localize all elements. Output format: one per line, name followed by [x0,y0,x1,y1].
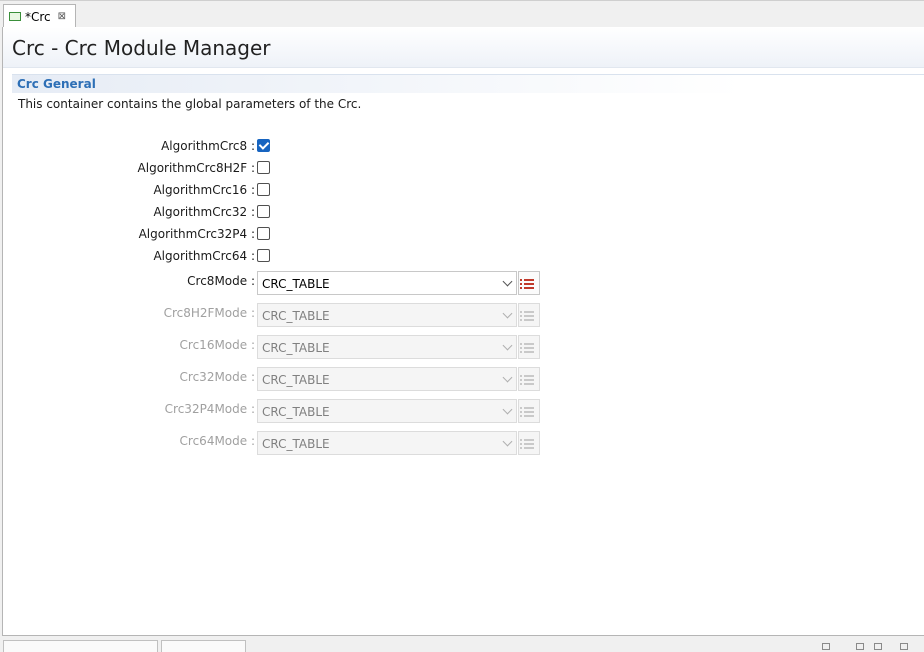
row-algorithm-crc32: AlgorithmCrc32 : [3,202,603,224]
editor-area: Crc - Crc Module Manager Crc General Thi… [2,27,924,636]
chevron-down-icon [502,276,513,287]
algorithm-crc32p4-checkbox[interactable] [257,227,270,240]
select-value: CRC_TABLE [262,309,330,323]
row-algorithm-crc64: AlgorithmCrc64 : [3,246,603,268]
row-crc32-mode: Crc32Mode : CRC_TABLE [3,367,603,391]
field-label: AlgorithmCrc8 : [161,139,255,153]
select-value: CRC_TABLE [262,405,330,419]
module-icon [9,12,21,21]
row-crc16-mode: Crc16Mode : CRC_TABLE [3,335,603,359]
tab-label: *Crc [25,9,51,24]
select-value: CRC_TABLE [262,437,330,451]
crc16-mode-select[interactable]: CRC_TABLE [257,335,517,359]
list-icon [520,375,534,377]
chevron-down-icon [502,436,513,447]
field-label: Crc8H2FMode : [163,306,255,320]
restore-icon[interactable] [900,643,908,650]
list-button[interactable] [518,367,540,391]
editor-tab-bar: *Crc ⊠ [0,0,924,28]
section-description: This container contains the global param… [18,97,362,111]
row-algorithm-crc32p4: AlgorithmCrc32P4 : [3,224,603,246]
field-label: AlgorithmCrc32P4 : [138,227,255,241]
row-crc64-mode: Crc64Mode : CRC_TABLE [3,431,603,455]
row-crc8-mode: Crc8Mode : CRC_TABLE [3,271,603,295]
field-label: Crc32P4Mode : [164,402,255,416]
chevron-down-icon [502,308,513,319]
chevron-down-icon [502,340,513,351]
view-menu-icon[interactable] [822,643,830,650]
section-title: Crc General [17,77,96,91]
bottom-tab[interactable] [161,640,246,652]
tab-crc[interactable]: *Crc ⊠ [3,4,76,28]
algorithm-crc32-checkbox[interactable] [257,205,270,218]
crc8-mode-select[interactable]: CRC_TABLE [257,271,517,295]
select-value: CRC_TABLE [262,373,330,387]
algorithm-crc16-checkbox[interactable] [257,183,270,196]
select-value: CRC_TABLE [262,341,330,355]
crc32-mode-select[interactable]: CRC_TABLE [257,367,517,391]
crc64-mode-select[interactable]: CRC_TABLE [257,431,517,455]
row-crc8h2f-mode: Crc8H2FMode : CRC_TABLE [3,303,603,327]
crc32p4-mode-select[interactable]: CRC_TABLE [257,399,517,423]
field-label: AlgorithmCrc32 : [153,205,255,219]
select-value: CRC_TABLE [262,277,330,291]
list-icon [520,311,534,313]
minimize-icon[interactable] [856,643,864,650]
field-label: Crc16Mode : [179,338,255,352]
list-icon [520,343,534,345]
field-label: Crc8Mode : [187,274,255,288]
bottom-tab[interactable] [3,640,158,652]
section-header[interactable]: Crc General [12,74,924,93]
form-header: Crc - Crc Module Manager [3,27,924,68]
list-button[interactable] [518,303,540,327]
list-button[interactable] [518,335,540,359]
field-label: Crc64Mode : [179,434,255,448]
row-algorithm-crc16: AlgorithmCrc16 : [3,180,603,202]
row-algorithm-crc8h2f: AlgorithmCrc8H2F : [3,158,603,180]
list-icon [520,407,534,409]
maximize-icon[interactable] [874,643,882,650]
close-icon[interactable]: ⊠ [58,11,66,22]
chevron-down-icon [502,404,513,415]
list-button[interactable] [518,271,540,295]
crc8h2f-mode-select[interactable]: CRC_TABLE [257,303,517,327]
list-button[interactable] [518,399,540,423]
field-label: Crc32Mode : [179,370,255,384]
field-label: AlgorithmCrc8H2F : [137,161,255,175]
row-crc32p4-mode: Crc32P4Mode : CRC_TABLE [3,399,603,423]
list-button[interactable] [518,431,540,455]
bottom-view-strip [0,637,924,652]
chevron-down-icon [502,372,513,383]
page-title: Crc - Crc Module Manager [12,36,271,60]
algorithm-crc8-checkbox[interactable] [257,139,270,152]
list-icon [520,439,534,441]
field-label: AlgorithmCrc16 : [153,183,255,197]
row-algorithm-crc8: AlgorithmCrc8 : [3,136,603,158]
algorithm-crc8h2f-checkbox[interactable] [257,161,270,174]
algorithm-crc64-checkbox[interactable] [257,249,270,262]
field-label: AlgorithmCrc64 : [153,249,255,263]
list-icon [520,279,534,281]
